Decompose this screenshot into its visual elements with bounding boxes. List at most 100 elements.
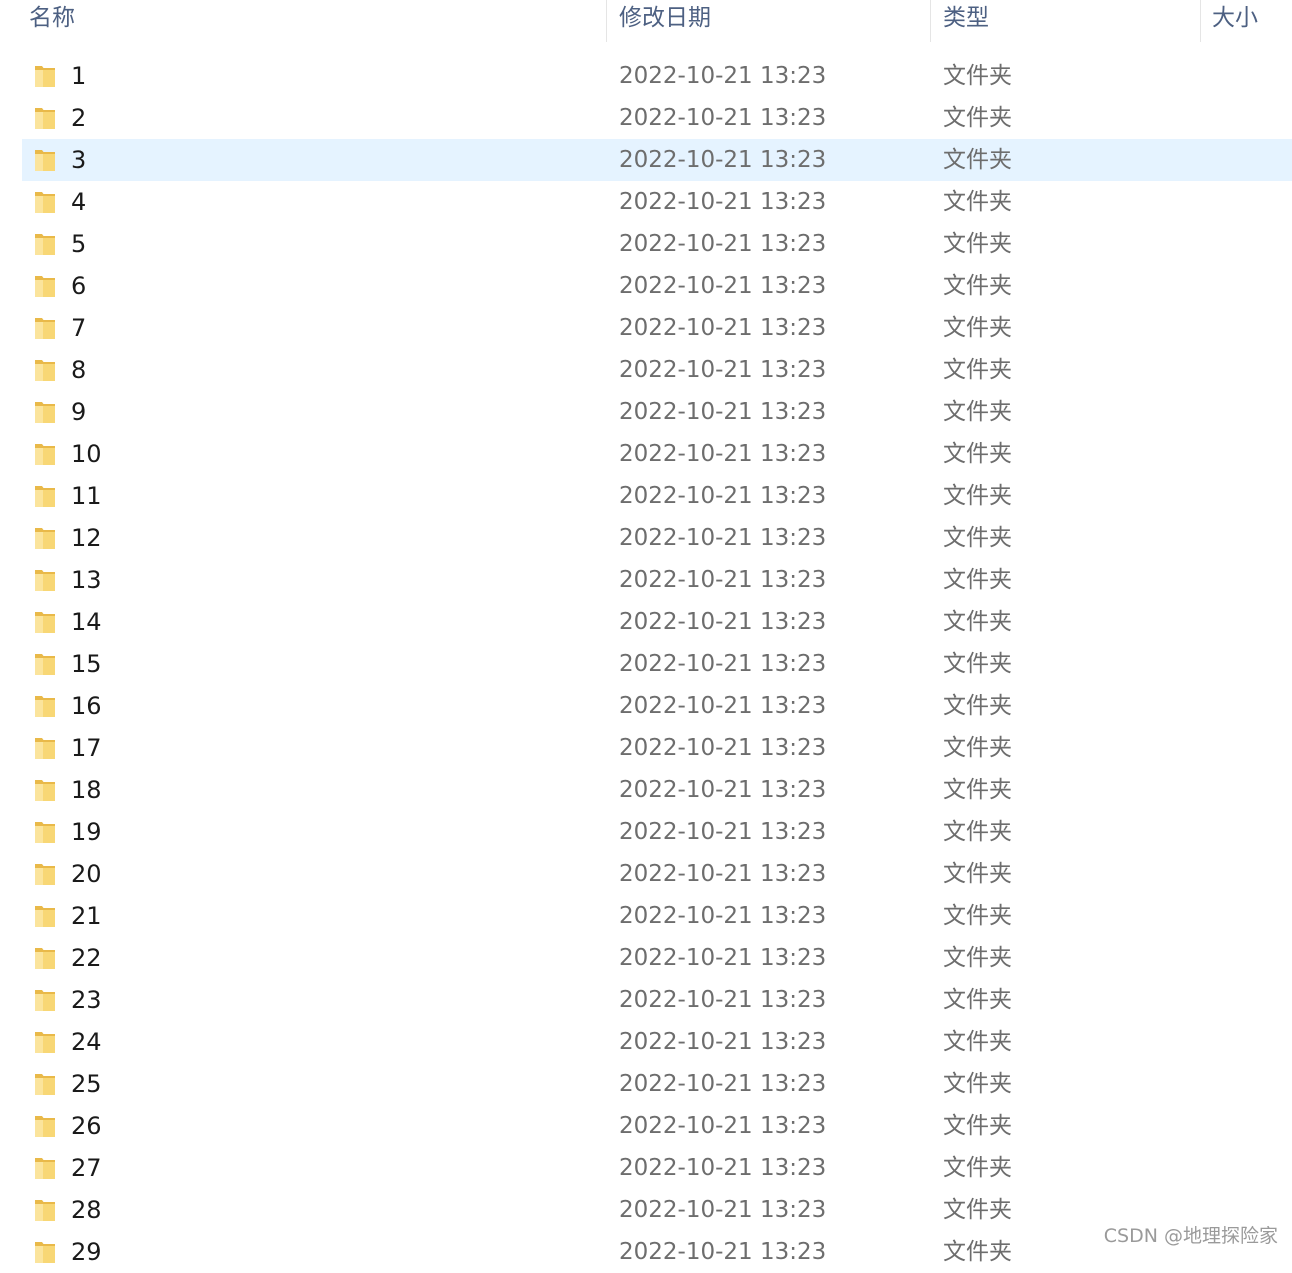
file-modified-date: 2022-10-21 13:23 xyxy=(619,1029,827,1055)
folder-icon xyxy=(34,358,56,382)
file-row[interactable]: 29 2022-10-21 13:23 文件夹 xyxy=(22,1231,1292,1273)
folder-icon xyxy=(34,904,56,928)
file-modified-date: 2022-10-21 13:23 xyxy=(619,651,827,677)
file-modified-date: 2022-10-21 13:23 xyxy=(619,189,827,215)
folder-icon xyxy=(34,1030,56,1054)
file-modified-date: 2022-10-21 13:23 xyxy=(619,1155,827,1181)
file-row[interactable]: 23 2022-10-21 13:23 文件夹 xyxy=(22,979,1292,1021)
column-header-date[interactable]: 修改日期 xyxy=(619,0,711,42)
file-name: 29 xyxy=(71,1238,102,1266)
folder-icon xyxy=(34,400,56,424)
file-row[interactable]: 21 2022-10-21 13:23 文件夹 xyxy=(22,895,1292,937)
file-row[interactable]: 17 2022-10-21 13:23 文件夹 xyxy=(22,727,1292,769)
column-divider[interactable] xyxy=(606,0,607,42)
file-name: 2 xyxy=(71,104,87,132)
column-divider[interactable] xyxy=(930,0,931,42)
folder-icon xyxy=(34,526,56,550)
file-row[interactable]: 5 2022-10-21 13:23 文件夹 xyxy=(22,223,1292,265)
file-type: 文件夹 xyxy=(943,1155,1012,1181)
file-modified-date: 2022-10-21 13:23 xyxy=(619,525,827,551)
folder-icon xyxy=(34,820,56,844)
file-modified-date: 2022-10-21 13:23 xyxy=(619,1239,827,1265)
file-name: 5 xyxy=(71,230,87,258)
folder-icon xyxy=(34,862,56,886)
file-name: 6 xyxy=(71,272,87,300)
file-type: 文件夹 xyxy=(943,609,1012,635)
folder-icon xyxy=(34,148,56,172)
file-row[interactable]: 18 2022-10-21 13:23 文件夹 xyxy=(22,769,1292,811)
file-modified-date: 2022-10-21 13:23 xyxy=(619,987,827,1013)
file-type: 文件夹 xyxy=(943,861,1012,887)
file-type: 文件夹 xyxy=(943,273,1012,299)
file-row[interactable]: 16 2022-10-21 13:23 文件夹 xyxy=(22,685,1292,727)
file-name: 17 xyxy=(71,734,102,762)
file-type: 文件夹 xyxy=(943,651,1012,677)
column-header-size[interactable]: 大小 xyxy=(1212,0,1258,42)
file-type: 文件夹 xyxy=(943,1071,1012,1097)
file-row[interactable]: 15 2022-10-21 13:23 文件夹 xyxy=(22,643,1292,685)
file-row[interactable]: 13 2022-10-21 13:23 文件夹 xyxy=(22,559,1292,601)
file-row[interactable]: 25 2022-10-21 13:23 文件夹 xyxy=(22,1063,1292,1105)
file-name: 27 xyxy=(71,1154,102,1182)
folder-icon xyxy=(34,988,56,1012)
file-row[interactable]: 7 2022-10-21 13:23 文件夹 xyxy=(22,307,1292,349)
folder-icon xyxy=(34,1156,56,1180)
file-name: 20 xyxy=(71,860,102,888)
folder-icon xyxy=(34,232,56,256)
file-modified-date: 2022-10-21 13:23 xyxy=(619,609,827,635)
file-name: 26 xyxy=(71,1112,102,1140)
file-type: 文件夹 xyxy=(943,483,1012,509)
file-row[interactable]: 3 2022-10-21 13:23 文件夹 xyxy=(22,139,1292,181)
file-name: 19 xyxy=(71,818,102,846)
file-type: 文件夹 xyxy=(943,1197,1012,1223)
file-type: 文件夹 xyxy=(943,1239,1012,1265)
file-name: 13 xyxy=(71,566,102,594)
file-name: 14 xyxy=(71,608,102,636)
file-name: 1 xyxy=(71,62,87,90)
file-row[interactable]: 1 2022-10-21 13:23 文件夹 xyxy=(22,55,1292,97)
file-type: 文件夹 xyxy=(943,1113,1012,1139)
column-header-type[interactable]: 类型 xyxy=(943,0,989,42)
file-type: 文件夹 xyxy=(943,357,1012,383)
file-type: 文件夹 xyxy=(943,945,1012,971)
file-row[interactable]: 19 2022-10-21 13:23 文件夹 xyxy=(22,811,1292,853)
file-row[interactable]: 14 2022-10-21 13:23 文件夹 xyxy=(22,601,1292,643)
file-type: 文件夹 xyxy=(943,231,1012,257)
column-divider[interactable] xyxy=(1200,0,1201,42)
file-modified-date: 2022-10-21 13:23 xyxy=(619,945,827,971)
file-row[interactable]: 26 2022-10-21 13:23 文件夹 xyxy=(22,1105,1292,1147)
folder-icon xyxy=(34,106,56,130)
file-type: 文件夹 xyxy=(943,777,1012,803)
file-row[interactable]: 6 2022-10-21 13:23 文件夹 xyxy=(22,265,1292,307)
file-modified-date: 2022-10-21 13:23 xyxy=(619,1113,827,1139)
file-row[interactable]: 9 2022-10-21 13:23 文件夹 xyxy=(22,391,1292,433)
file-row[interactable]: 4 2022-10-21 13:23 文件夹 xyxy=(22,181,1292,223)
file-name: 4 xyxy=(71,188,87,216)
file-modified-date: 2022-10-21 13:23 xyxy=(619,861,827,887)
file-name: 3 xyxy=(71,146,87,174)
file-name: 16 xyxy=(71,692,102,720)
file-row[interactable]: 11 2022-10-21 13:23 文件夹 xyxy=(22,475,1292,517)
folder-icon xyxy=(34,610,56,634)
file-row[interactable]: 22 2022-10-21 13:23 文件夹 xyxy=(22,937,1292,979)
file-row[interactable]: 2 2022-10-21 13:23 文件夹 xyxy=(22,97,1292,139)
file-modified-date: 2022-10-21 13:23 xyxy=(619,63,827,89)
file-row[interactable]: 8 2022-10-21 13:23 文件夹 xyxy=(22,349,1292,391)
file-modified-date: 2022-10-21 13:23 xyxy=(619,147,827,173)
column-header-name[interactable]: 名称 xyxy=(29,0,75,42)
file-name: 10 xyxy=(71,440,102,468)
file-row[interactable]: 20 2022-10-21 13:23 文件夹 xyxy=(22,853,1292,895)
file-row[interactable]: 10 2022-10-21 13:23 文件夹 xyxy=(22,433,1292,475)
file-row[interactable]: 27 2022-10-21 13:23 文件夹 xyxy=(22,1147,1292,1189)
file-row[interactable]: 28 2022-10-21 13:23 文件夹 xyxy=(22,1189,1292,1231)
file-name: 12 xyxy=(71,524,102,552)
file-row[interactable]: 24 2022-10-21 13:23 文件夹 xyxy=(22,1021,1292,1063)
file-type: 文件夹 xyxy=(943,903,1012,929)
folder-icon xyxy=(34,190,56,214)
folder-icon xyxy=(34,1072,56,1096)
file-row[interactable]: 12 2022-10-21 13:23 文件夹 xyxy=(22,517,1292,559)
folder-icon xyxy=(34,736,56,760)
folder-icon xyxy=(34,64,56,88)
file-modified-date: 2022-10-21 13:23 xyxy=(619,819,827,845)
file-name: 11 xyxy=(71,482,102,510)
